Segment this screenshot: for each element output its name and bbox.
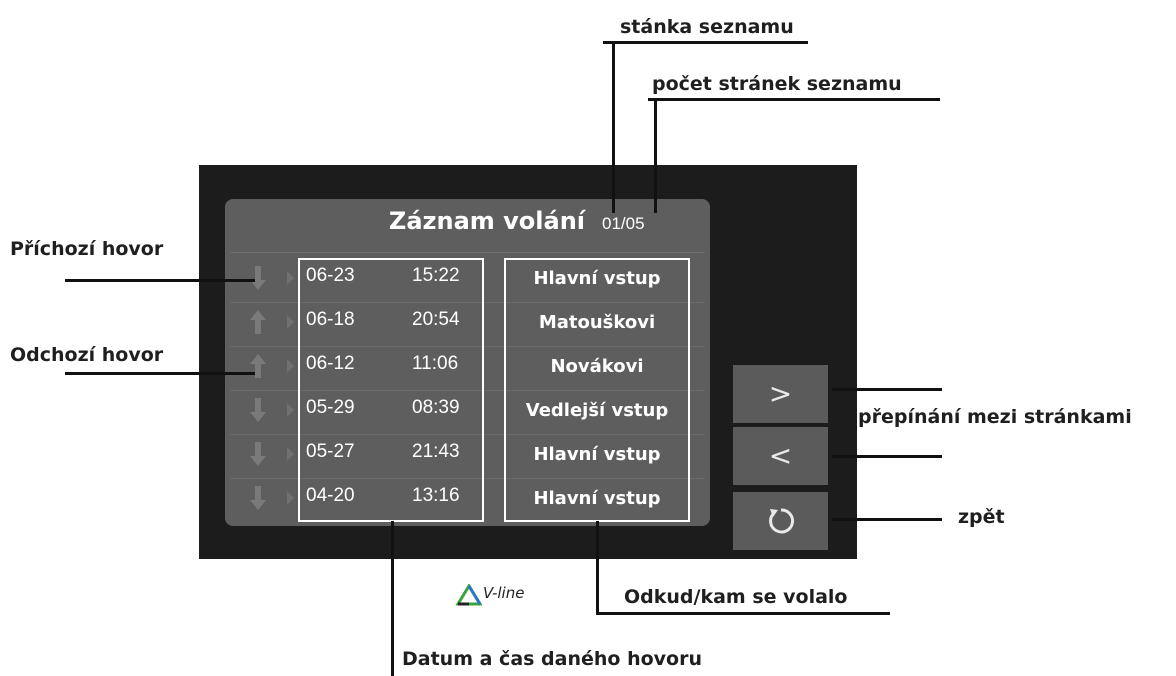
header-divider — [230, 252, 705, 253]
back-button[interactable] — [733, 492, 828, 550]
arrow-down-icon — [250, 486, 266, 510]
datetime-highlight-box — [298, 258, 484, 522]
arrow-down-icon — [250, 442, 266, 466]
row-marker-icon — [287, 315, 294, 329]
label-list-page: stánka seznamu — [620, 16, 794, 38]
label-date-time: Datum a čas daného hovoru — [402, 648, 703, 670]
screen-title: Záznam volání — [388, 207, 585, 235]
chevron-left-icon: < — [768, 439, 793, 472]
leader-line-datetime-v — [391, 521, 394, 676]
v-line-logo-icon — [456, 584, 482, 606]
leader-line-switch-2 — [832, 455, 942, 458]
leader-line-place-v — [596, 521, 599, 615]
row-marker-icon — [287, 403, 294, 417]
leader-line-back — [832, 518, 942, 521]
label-page-switching: přepínání mezi stránkami — [858, 406, 1132, 428]
label-outgoing-call: Odchozí hovor — [10, 344, 164, 366]
leader-line-outgoing — [65, 372, 255, 375]
leader-line-list-page-v — [612, 41, 615, 213]
leader-line-place-h — [596, 612, 890, 615]
leader-line-page-count — [648, 98, 940, 101]
v-line-logo-text: V-line — [483, 584, 525, 602]
arrow-down-icon — [250, 398, 266, 422]
place-highlight-box — [504, 258, 690, 522]
row-marker-icon — [287, 359, 294, 373]
row-marker-icon — [287, 491, 294, 505]
leader-line-incoming — [65, 279, 255, 282]
previous-page-button[interactable]: < — [733, 427, 828, 485]
arrow-up-icon — [250, 310, 266, 334]
arrow-down-icon — [250, 266, 266, 290]
row-marker-icon — [287, 271, 294, 285]
label-from-to: Odkud/kam se volalo — [624, 586, 848, 608]
leader-line-page-count-v — [654, 98, 657, 213]
next-page-button[interactable]: > — [733, 365, 828, 423]
label-back: zpět — [958, 506, 1005, 528]
chevron-right-icon: > — [768, 377, 793, 410]
leader-line-list-page — [603, 41, 808, 44]
label-incoming-call: Příchozí hovor — [10, 238, 164, 260]
page-counter: 01/05 — [602, 214, 645, 233]
label-page-count: počet stránek seznamu — [652, 73, 902, 95]
row-marker-icon — [287, 447, 294, 461]
leader-line-switch — [832, 388, 942, 391]
undo-circle-icon — [769, 508, 795, 534]
